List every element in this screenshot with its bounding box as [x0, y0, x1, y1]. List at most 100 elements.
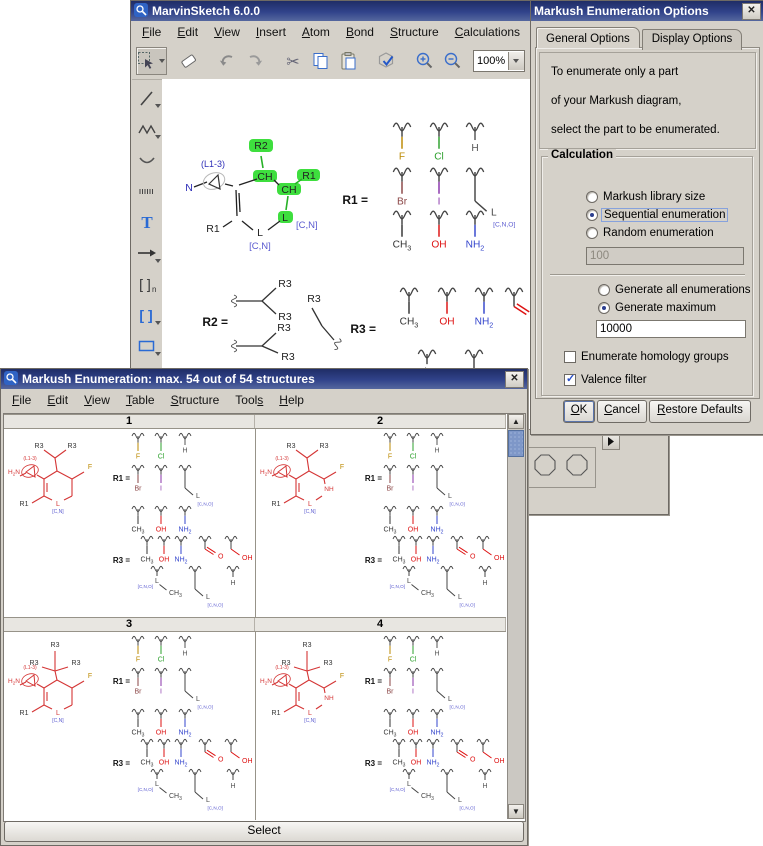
svg-text:L: L — [458, 797, 462, 804]
fragment-NH: NH2 — [179, 709, 192, 738]
enumerated-structure-drawing: R3R3R3L[C,N]R1F(L1-3)H2NR1 =FClHBrIL[C,N… — [4, 632, 255, 820]
enumerated-structure-drawing: R3R3L[C,N]R1F(L1-3)H2NR1 =FClHBrIL[C,N,O… — [4, 429, 255, 617]
cut-button[interactable]: ✂ — [279, 48, 307, 74]
fragment-NH: NH2 — [175, 739, 188, 768]
zoom-out-button[interactable] — [439, 48, 467, 74]
checkbox-enumerate-homology-groups[interactable]: Enumerate homology groups — [564, 351, 729, 363]
checkbox-valence-filter[interactable]: Valence filter — [564, 374, 647, 386]
bracket-n-tool-button[interactable]: [ ]n — [133, 273, 161, 295]
radio-sequential-enumeration[interactable]: Sequential enumeration — [586, 209, 726, 221]
menu-file[interactable]: File — [4, 390, 39, 410]
svg-text:[C,N]: [C,N] — [52, 509, 64, 515]
radio-indicator[interactable] — [586, 209, 598, 221]
radio-indicator[interactable] — [598, 284, 610, 296]
enum-titlebar[interactable]: Markush Enumeration: max. 54 out of 54 s… — [1, 369, 527, 389]
structure-cell-2[interactable]: R3R3NHL[C,N]R1F(L1-3)H2NR1 =FClHBrIL[C,N… — [255, 429, 506, 617]
cancel-button[interactable]: Cancel — [597, 400, 647, 423]
menu-view[interactable]: View — [206, 22, 248, 42]
fragment-H: H — [479, 769, 491, 790]
menu-bond[interactable]: Bond — [338, 22, 382, 42]
dialog-titlebar[interactable]: Markush Enumeration Options ✕ — [531, 1, 763, 21]
arc-tool-button[interactable] — [133, 149, 161, 171]
menu-help[interactable]: Help — [271, 390, 312, 410]
svg-text:L: L — [206, 594, 210, 601]
undo-button[interactable] — [213, 48, 241, 74]
menu-edit[interactable]: Edit — [169, 22, 206, 42]
svg-text:R1: R1 — [272, 501, 281, 508]
menu-table[interactable]: Table — [118, 390, 163, 410]
zoom-level-combo[interactable]: 100% — [473, 50, 525, 72]
scroll-up-button[interactable]: ▲ — [508, 414, 524, 429]
chevron-down-icon — [155, 259, 162, 264]
structure-cell-4[interactable]: R3R3R3NHL[C,N]R1F(L1-3)H2NR1 =FClHBrIL[C… — [255, 632, 506, 820]
checkbox-indicator[interactable] — [564, 374, 576, 386]
svg-text:OH: OH — [408, 527, 419, 534]
check-structure-button[interactable] — [373, 48, 401, 74]
svg-text:[C,N,O]: [C,N,O] — [390, 787, 405, 792]
svg-text:CH3: CH3 — [393, 760, 406, 769]
generate-maximum-field[interactable] — [596, 320, 746, 338]
selection-button[interactable] — [136, 47, 167, 75]
svg-text:R2: R2 — [254, 140, 268, 152]
vertical-scrollbar[interactable]: ▲ ▼ — [507, 414, 525, 819]
radio-generate-maximum[interactable]: Generate maximum — [598, 302, 716, 314]
svg-text:OH: OH — [431, 240, 446, 251]
menu-tools[interactable]: Tools — [227, 390, 271, 410]
copy-button[interactable] — [307, 48, 335, 74]
text-tool-button[interactable]: T — [133, 211, 161, 233]
chain-tool-button[interactable] — [133, 118, 161, 140]
fragment-OH: OH — [158, 536, 170, 563]
radio-generate-all-enumerations[interactable]: Generate all enumerations — [598, 284, 751, 296]
tab-general-options[interactable]: General Options — [536, 27, 640, 48]
svg-text:O: O — [470, 757, 476, 764]
menu-edit[interactable]: Edit — [39, 390, 76, 410]
redo-button[interactable] — [241, 48, 269, 74]
eraser-button[interactable] — [175, 48, 203, 74]
structure-cell-1[interactable]: R3R3L[C,N]R1F(L1-3)H2NR1 =FClHBrIL[C,N,O… — [4, 429, 255, 617]
menu-insert[interactable]: Insert — [248, 22, 294, 42]
checkbox-indicator[interactable] — [564, 351, 576, 363]
svg-text:L: L — [196, 696, 200, 703]
restore-defaults-button[interactable]: Restore Defaults — [649, 400, 751, 423]
select-button[interactable]: Select — [4, 821, 524, 842]
radio-indicator[interactable] — [586, 227, 598, 239]
bond-tool-button[interactable] — [133, 87, 161, 109]
menu-structure[interactable]: Structure — [163, 390, 228, 410]
menu-view[interactable]: View — [76, 390, 118, 410]
menu-calculations[interactable]: Calculations — [447, 22, 528, 42]
menu-structure[interactable]: Structure — [382, 22, 447, 42]
scroll-down-button[interactable]: ▼ — [508, 804, 524, 819]
ok-button[interactable]: OK — [563, 400, 595, 423]
radio-random-enumeration[interactable]: Random enumeration — [586, 227, 714, 239]
chevron-down-icon — [155, 104, 162, 109]
close-icon[interactable]: ✕ — [505, 371, 524, 388]
svg-text:[C,N]: [C,N] — [52, 718, 64, 724]
fragment-L: L[C,N,O]CH3 — [138, 566, 182, 599]
menu-file[interactable]: File — [134, 22, 169, 42]
zoom-in-button[interactable] — [411, 48, 439, 74]
scrollbar-thumb[interactable] — [508, 430, 524, 457]
radio-label: Random enumeration — [603, 227, 714, 239]
fragment-H: H — [431, 433, 443, 454]
tab-display-options[interactable]: Display Options — [642, 29, 743, 50]
cell-header-2: 2 — [255, 415, 506, 428]
cell-header-1: 1 — [4, 415, 255, 428]
radio-indicator[interactable] — [598, 302, 610, 314]
multi-line-tool-button[interactable] — [133, 180, 161, 202]
rectangle-tool-button[interactable] — [133, 335, 161, 357]
random-count-field[interactable] — [586, 247, 744, 265]
radio-indicator[interactable] — [586, 191, 598, 203]
chevron-down-icon[interactable] — [508, 52, 524, 70]
svg-text:Cl: Cl — [158, 657, 165, 664]
svg-text:N: N — [185, 182, 193, 194]
close-icon[interactable]: ✕ — [742, 3, 761, 20]
ring-template-icon[interactable] — [565, 453, 589, 482]
cyclooctane-template-icon[interactable] — [533, 453, 557, 482]
structure-cell-3[interactable]: R3R3R3L[C,N]R1F(L1-3)H2NR1 =FClHBrIL[C,N… — [4, 632, 255, 820]
radio-markush-library-size[interactable]: Markush library size — [586, 191, 705, 203]
bracket-tool-button[interactable]: [ ] — [133, 304, 161, 326]
arrow-tool-button[interactable] — [133, 242, 161, 264]
menu-atom[interactable]: Atom — [294, 22, 338, 42]
svg-text:R1 =: R1 = — [342, 193, 368, 207]
paste-button[interactable] — [335, 48, 363, 74]
